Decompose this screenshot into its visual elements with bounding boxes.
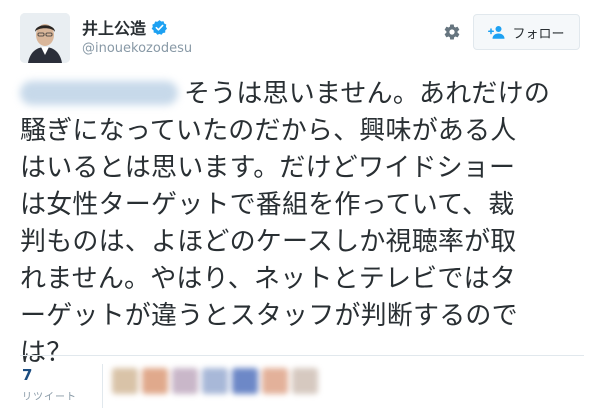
tweet-text: そうは思いません。あれだけの 騒ぎになっていたのだから、興味がある人 はいるとは… [20,76,592,372]
author-name-row: 井上公造 [82,15,168,39]
tweet-card: 井上公造 @inouekozodesu フォロー そうは思いません。あれだけの … [0,0,604,416]
tweet-line: はいるとは思います。だけどワイドショー [20,153,516,183]
retweeter-avatar[interactable] [202,368,228,394]
author-handle[interactable]: @inouekozodesu [82,41,192,56]
retweeter-avatar[interactable] [232,368,258,394]
stats-divider [20,355,584,356]
retweeter-avatar[interactable] [112,368,138,394]
tweet-line: は？ [20,338,73,368]
settings-button[interactable] [438,18,466,46]
retweeter-avatar[interactable] [292,368,318,394]
stat-separator [102,364,103,408]
blurred-mention[interactable] [20,81,178,105]
retweeter-avatar[interactable] [172,368,198,394]
person-add-icon [488,26,505,39]
retweeter-avatar[interactable] [142,368,168,394]
gear-icon [444,24,460,40]
retweeter-avatars [112,368,318,394]
tweet-line: そうは思いません。あれだけの [20,76,592,113]
author-name[interactable]: 井上公造 [82,15,146,39]
retweeter-avatar[interactable] [262,368,288,394]
tweet-line: 判ものは、よほどのケースしか視聴率が取 [20,227,517,257]
tweet-line: 騒ぎになっていたのだから、興味がある人 [20,116,517,146]
retweet-label: リツイート [22,392,77,403]
tweet-line: ーゲットが違うとスタッフが判断するので [20,301,518,331]
retweet-count[interactable]: 7 [22,366,32,384]
tweet-line: は女性ターゲットで番組を作っていて、裁 [20,190,515,220]
avatar[interactable] [20,13,70,63]
follow-button-label: フォロー [512,26,565,42]
avatar-image [20,13,70,63]
verified-badge-icon [151,19,168,35]
follow-button[interactable]: フォロー [473,14,580,50]
tweet-line: れません。やはり、ネットとテレビではタ [20,264,516,294]
